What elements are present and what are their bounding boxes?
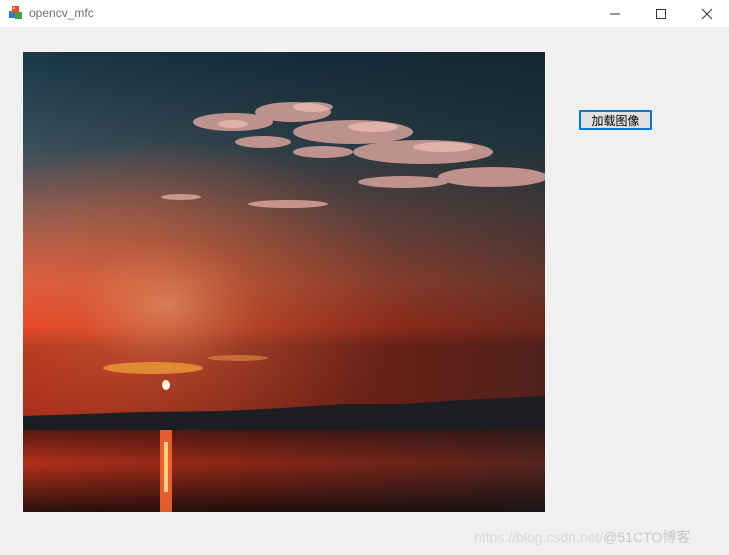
minimize-button[interactable] — [592, 0, 638, 27]
watermark-brand: @51CTO博客 — [603, 529, 691, 545]
close-button[interactable] — [684, 0, 729, 27]
app-icon — [8, 5, 24, 21]
maximize-icon — [656, 9, 666, 19]
picture-control — [23, 52, 545, 512]
title-bar[interactable]: opencv_mfc — [0, 0, 729, 27]
watermark: https://blog.csdn.net/@51CTO博客 — [474, 527, 690, 547]
minimize-icon — [610, 13, 620, 15]
window-title: opencv_mfc — [29, 6, 94, 20]
sunset-photo — [23, 52, 545, 512]
close-icon — [701, 8, 713, 20]
load-image-button[interactable]: 加载图像 — [579, 110, 652, 130]
watermark-url: https://blog.csdn.net/ — [474, 529, 604, 545]
maximize-button[interactable] — [638, 0, 684, 27]
